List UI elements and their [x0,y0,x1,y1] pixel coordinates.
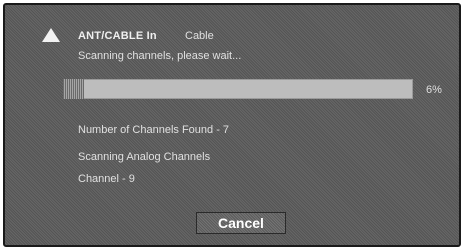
current-channel: Channel - 9 [78,173,135,185]
scan-progress-percent: 6% [426,84,442,96]
scan-status-message: Scanning channels, please wait... [78,50,242,62]
scan-progress-fill [63,79,84,99]
scan-mode-label: Scanning Analog Channels [78,151,211,163]
input-source-value: Cable [185,30,214,42]
cancel-button[interactable]: Cancel [196,212,286,234]
channel-scan-dialog: ANT/CABLE In Cable Scanning channels, pl… [3,3,461,247]
up-arrow-icon [42,28,60,42]
scan-progress-bar [63,79,413,99]
channels-found-count: Number of Channels Found - 7 [78,124,230,136]
input-source-label: ANT/CABLE In [78,30,157,42]
screen: ANT/CABLE In Cable Scanning channels, pl… [0,0,466,252]
